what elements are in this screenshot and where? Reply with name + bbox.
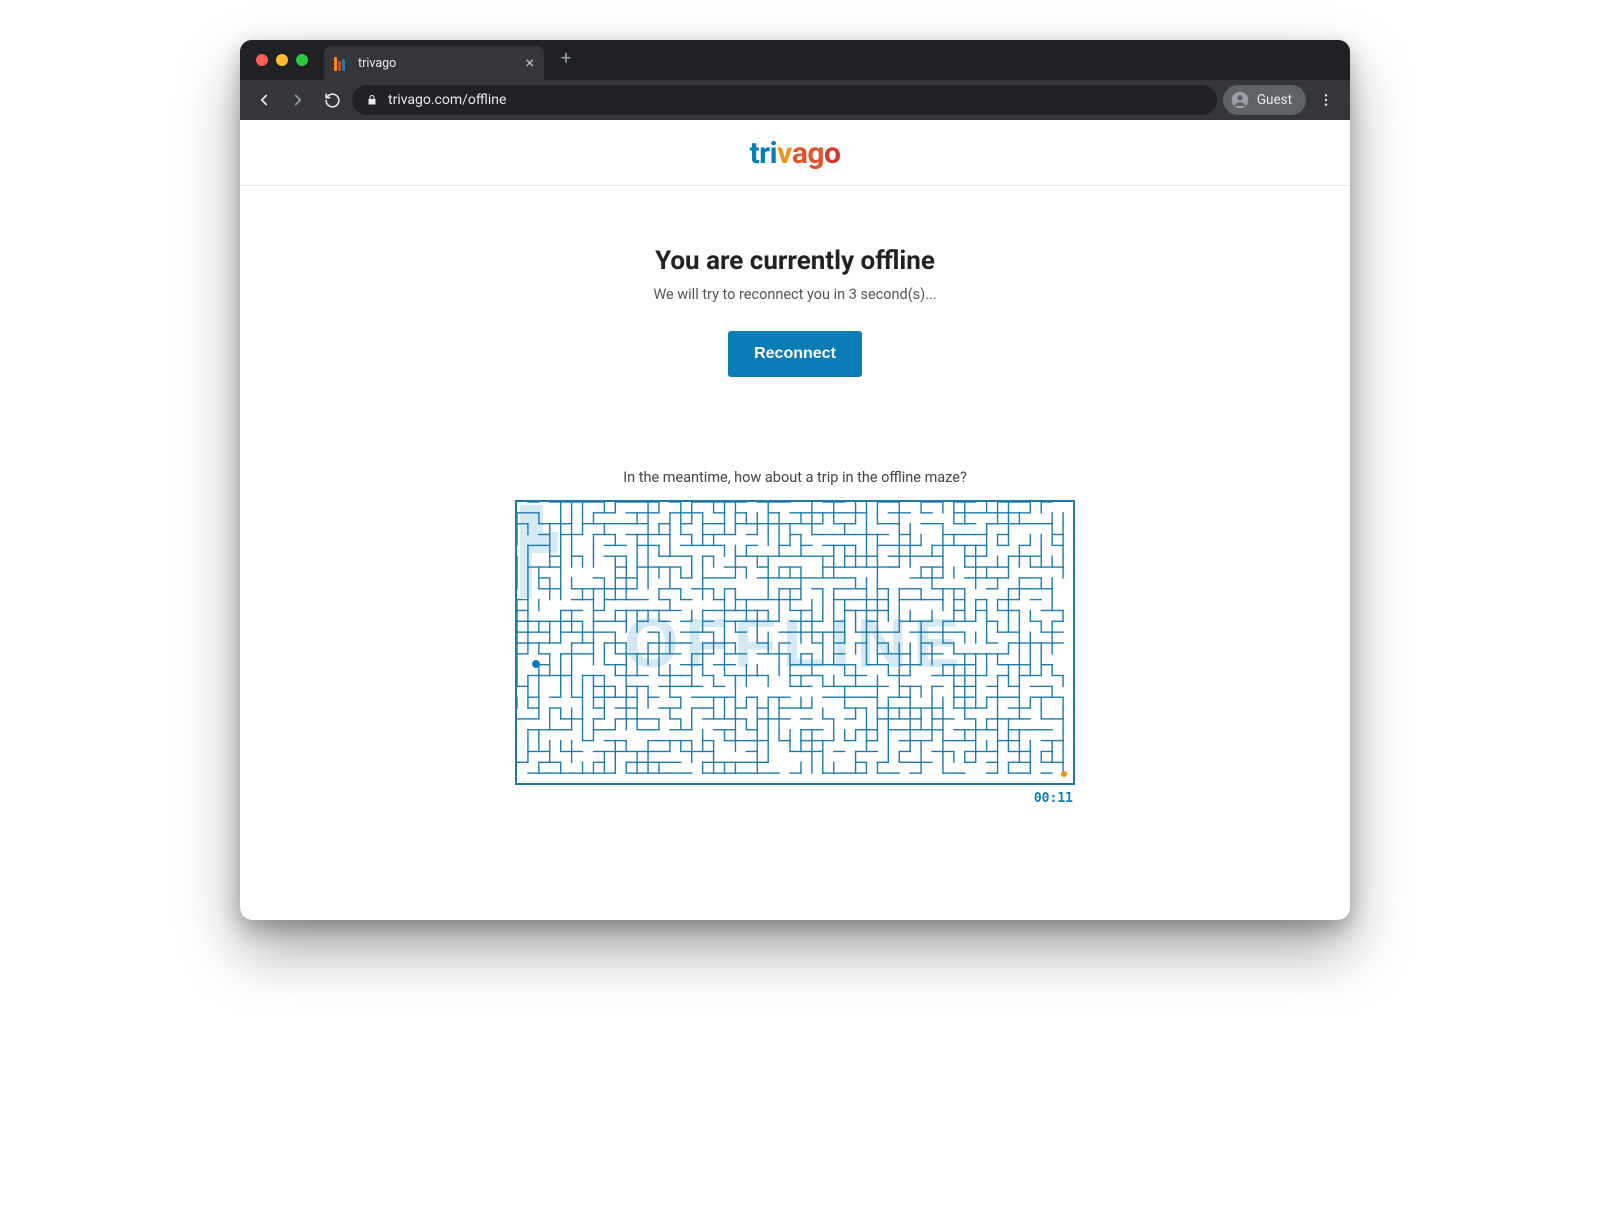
close-window-button[interactable]: [256, 54, 268, 66]
url-text: trivago.com/offline: [388, 92, 506, 108]
lock-icon: [366, 94, 378, 106]
tab-favicon: [334, 55, 350, 71]
avatar-icon: [1231, 91, 1249, 109]
maze-start-marker: [532, 660, 540, 668]
window-controls: [252, 40, 316, 80]
tab-strip: trivago × +: [240, 40, 1350, 80]
browser-menu-button[interactable]: [1312, 86, 1340, 114]
close-tab-button[interactable]: ×: [525, 55, 534, 71]
new-tab-button[interactable]: +: [552, 45, 580, 73]
meanwhile-text: In the meantime, how about a trip in the…: [623, 469, 967, 486]
browser-window: trivago × + trivago.com/offline: [240, 40, 1350, 920]
trivago-logo: trivago: [750, 136, 841, 171]
back-button[interactable]: [250, 86, 278, 114]
maze-container: OFFLINE 00:11: [515, 500, 1075, 806]
reconnect-button[interactable]: Reconnect: [728, 331, 862, 377]
maze-timer: 00:11: [515, 791, 1075, 806]
offline-content: You are currently offline We will try to…: [240, 186, 1350, 846]
offline-heading: You are currently offline: [655, 246, 935, 276]
profile-label: Guest: [1257, 92, 1292, 108]
browser-tab[interactable]: trivago ×: [324, 46, 544, 80]
brand-header: trivago: [240, 120, 1350, 186]
page-content: trivago You are currently offline We wil…: [240, 120, 1350, 920]
reload-button[interactable]: [318, 86, 346, 114]
maximize-window-button[interactable]: [296, 54, 308, 66]
profile-button[interactable]: Guest: [1223, 85, 1306, 115]
browser-toolbar: trivago.com/offline Guest: [240, 80, 1350, 120]
minimize-window-button[interactable]: [276, 54, 288, 66]
forward-button[interactable]: [284, 86, 312, 114]
browser-chrome: trivago × + trivago.com/offline: [240, 40, 1350, 120]
address-bar[interactable]: trivago.com/offline: [352, 85, 1217, 115]
tab-title: trivago: [358, 56, 517, 71]
maze-end-marker: [1061, 771, 1067, 777]
maze-grid: [517, 502, 1073, 783]
offline-maze[interactable]: OFFLINE: [515, 500, 1075, 785]
offline-subtext: We will try to reconnect you in 3 second…: [653, 286, 936, 303]
